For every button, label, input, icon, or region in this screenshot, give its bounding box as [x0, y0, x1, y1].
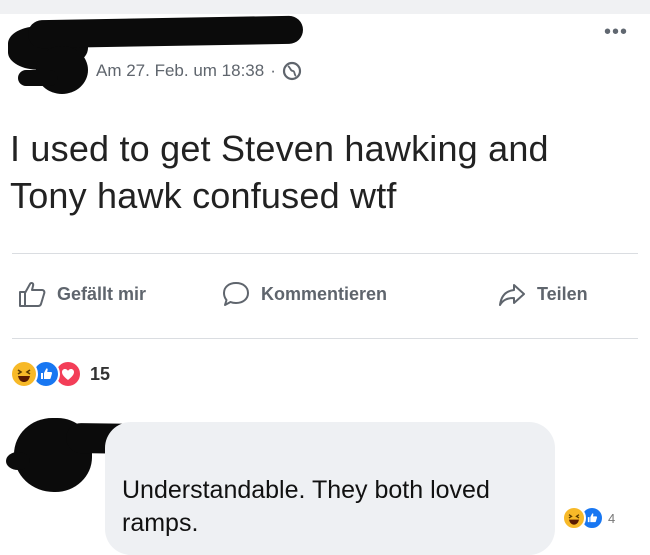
like-label: Gefällt mir [57, 283, 147, 304]
reaction-count: 15 [90, 363, 111, 384]
comment-reaction-count: 4 [608, 510, 616, 526]
post-meta: Am 27. Feb. um 18:38 · [96, 61, 302, 81]
reaction-summary[interactable]: 15 [10, 360, 110, 388]
haha-reaction-icon [562, 506, 586, 530]
divider [12, 253, 638, 254]
divider [12, 338, 638, 339]
comment-button[interactable]: Kommentieren [221, 279, 387, 309]
share-label: Teilen [537, 283, 588, 304]
comment-reaction-summary[interactable]: 4 [562, 506, 615, 530]
haha-reaction-icon [10, 360, 38, 388]
share-button[interactable]: Teilen [497, 279, 588, 309]
top-edge [0, 0, 650, 14]
more-options-icon[interactable]: ••• [604, 22, 628, 42]
comment-label: Kommentieren [261, 283, 388, 304]
globe-icon [282, 61, 301, 81]
post-timestamp[interactable]: Am 27. Feb. um 18:38 [96, 61, 264, 81]
comment-text: Understandable. They both loved ramps. [122, 476, 490, 537]
speech-bubble-icon [223, 282, 249, 306]
thumbs-up-icon [19, 281, 46, 307]
post-text: I used to get Steven hawking and Tony ha… [10, 128, 549, 216]
meta-separator: · [270, 61, 276, 80]
like-button[interactable]: Gefällt mir [17, 279, 146, 309]
share-arrow-icon [499, 284, 525, 306]
